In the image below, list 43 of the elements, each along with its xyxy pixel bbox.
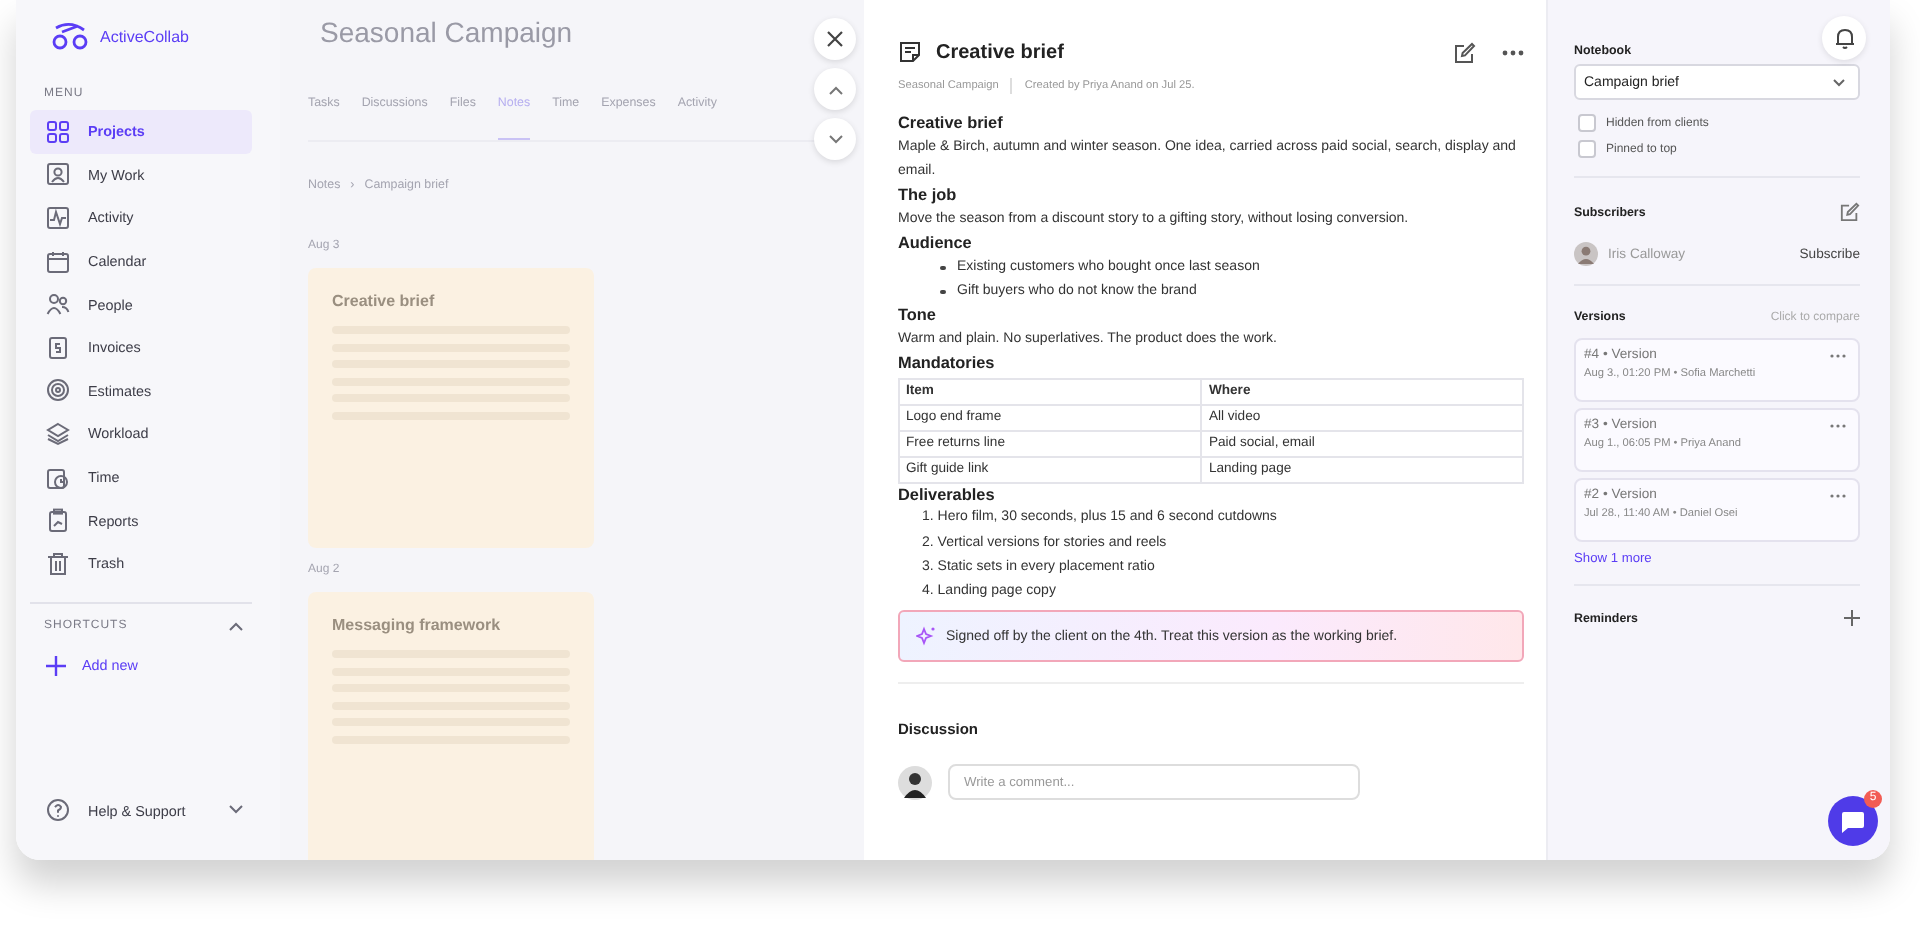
sparkle-icon: [916, 626, 936, 647]
avatar: [1574, 242, 1598, 266]
nav-icon: [46, 249, 70, 274]
note-title: Creative brief: [936, 41, 1066, 63]
logo-icon: [50, 20, 90, 52]
nav-icon: [46, 335, 70, 360]
checkbox[interactable]: [1578, 140, 1596, 158]
collapse-icon[interactable]: [228, 619, 244, 632]
section-heading: The job: [898, 184, 959, 208]
section-heading: Audience: [898, 232, 974, 256]
bullet-icon: [940, 265, 945, 271]
nav-icon: [46, 378, 70, 403]
note-icon: [898, 40, 922, 64]
add-icon[interactable]: [1844, 610, 1860, 626]
nav-icon: [46, 508, 70, 533]
plus-icon: [46, 655, 66, 676]
nav-icon: [46, 292, 70, 317]
section-heading: Creative brief: [898, 112, 1005, 135]
chevron-up-icon: [827, 83, 843, 95]
section-heading: Deliverables: [898, 483, 997, 507]
project-title: Seasonal Campaign: [320, 16, 573, 48]
chevron-down-icon: [1832, 77, 1846, 87]
edit-icon[interactable]: [1454, 41, 1476, 63]
chat-icon: [1840, 809, 1866, 833]
nav-icon: [46, 551, 70, 576]
nav-icon: [46, 205, 70, 230]
section-heading: Tone: [898, 304, 938, 328]
close-icon: [826, 30, 844, 48]
chevron-down-icon: [827, 133, 843, 145]
checkbox[interactable]: [1578, 114, 1596, 132]
edit-icon[interactable]: [1840, 202, 1860, 222]
more-icon[interactable]: [1502, 49, 1524, 55]
bell-icon: [1833, 26, 1855, 50]
help-icon: [46, 798, 70, 822]
avatar: [898, 765, 932, 800]
section-heading: Mandatories: [898, 352, 997, 376]
nav-icon: [46, 119, 70, 144]
logo-text: ActiveCollab: [100, 27, 189, 45]
nav-icon: [46, 162, 70, 187]
bullet-icon: [940, 289, 945, 295]
nav-icon: [46, 465, 70, 490]
nav-icon: [46, 421, 70, 446]
chevron-down-icon: [228, 804, 244, 816]
